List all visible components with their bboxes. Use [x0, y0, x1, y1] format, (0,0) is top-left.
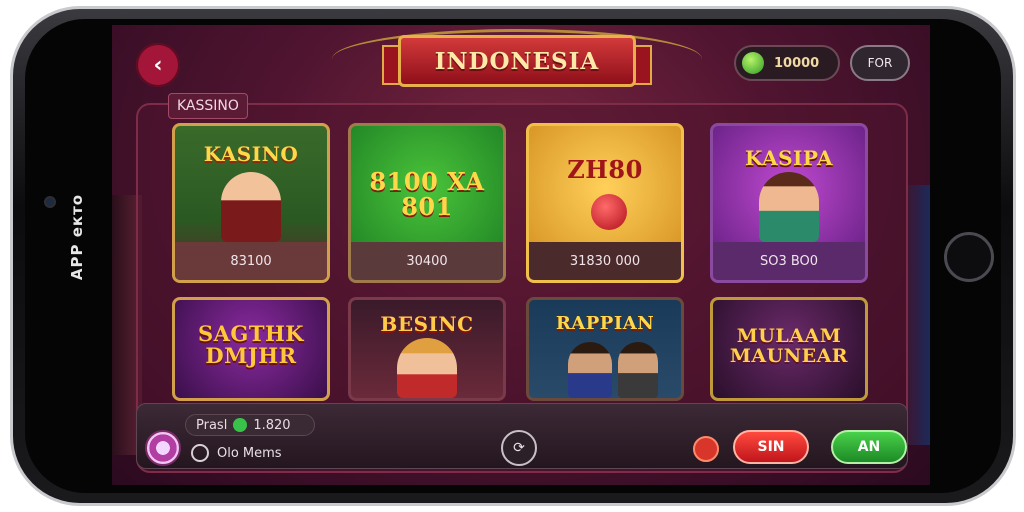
bottom-bar: Prasl 1.820 Olo Mems ⟳ SIN AN — [136, 403, 908, 469]
game-card-title: ZH80 — [567, 155, 643, 185]
game-card-title: SAGTHK DMJHR — [197, 320, 305, 368]
game-card-title: BESINC — [380, 311, 474, 336]
small-red-button[interactable] — [693, 436, 719, 462]
character-figure — [397, 338, 457, 398]
coin-icon — [742, 52, 764, 74]
character-figure — [567, 342, 612, 398]
mode-selector[interactable]: Olo Mems — [191, 444, 282, 462]
green-action-button[interactable]: AN — [831, 430, 907, 464]
back-button[interactable]: ‹ — [136, 43, 180, 87]
game-card-art: RAPPIAN — [529, 306, 681, 342]
home-button[interactable] — [944, 232, 994, 282]
coin-balance[interactable]: 10000 — [734, 45, 840, 81]
game-card-value: 30400 — [406, 253, 448, 269]
game-card-art: SAGTHK DMJHR — [175, 310, 327, 380]
ball-icon — [591, 194, 627, 230]
game-card-art: KASINO — [175, 134, 327, 174]
mode-label: Olo Mems — [217, 445, 282, 461]
chevron-left-icon: ‹ — [153, 52, 163, 78]
player-balance: Prasl 1.820 — [185, 414, 315, 436]
game-card[interactable]: RAPPIAN — [526, 297, 684, 401]
game-card-title: RAPPIAN — [555, 312, 655, 334]
game-card[interactable]: MULAAM MAUNEAR — [710, 297, 868, 401]
game-card-art: MULAAM MAUNEAR — [713, 312, 865, 382]
page-title: INDONESIA — [434, 47, 600, 75]
center-action-button[interactable]: ⟳ — [501, 430, 537, 466]
ring-icon — [191, 444, 209, 462]
game-card[interactable]: KASINO 83100 — [172, 123, 330, 283]
game-card-footer: 83100 — [175, 242, 327, 280]
game-card-art: 8100 XA 801 — [351, 154, 503, 234]
section-label: KASSINO — [168, 93, 248, 119]
game-card[interactable]: BESINC — [348, 297, 506, 401]
game-card-footer: 31830 000 — [529, 242, 681, 280]
game-card[interactable]: KASIPA SO3 BO0 — [710, 123, 868, 283]
game-card-title: 8100 XA 801 — [369, 166, 485, 221]
game-card-value: SO3 BO0 — [759, 253, 819, 269]
character-figure — [221, 172, 281, 242]
game-card[interactable]: SAGTHK DMJHR — [172, 297, 330, 401]
game-card-value: 83100 — [230, 253, 272, 269]
background-decor-right — [906, 185, 930, 445]
game-card[interactable]: ZH80 31830 000 — [526, 123, 684, 283]
header-right-button[interactable]: FOR — [850, 45, 910, 81]
banner-plaque: INDONESIA — [398, 35, 636, 87]
game-card-title: KASINO — [203, 141, 299, 166]
game-card-title: MULAAM MAUNEAR — [729, 325, 849, 367]
coin-balance-value: 10000 — [774, 55, 820, 71]
game-card-art: BESINC — [351, 306, 503, 342]
game-card-value: 31830 000 — [569, 253, 641, 269]
character-figure — [618, 342, 659, 398]
game-card-title: KASIPA — [745, 145, 833, 170]
game-card-art: ZH80 — [529, 150, 681, 190]
title-banner: INDONESIA — [332, 29, 702, 89]
player-label: Prasl — [196, 417, 228, 433]
player-value: 1.820 — [253, 417, 291, 433]
camera-icon — [44, 196, 56, 208]
red-action-button[interactable]: SIN — [733, 430, 809, 464]
chip-icon[interactable] — [145, 430, 181, 466]
game-screen: ‹ INDONESIA 10000 FOR KASSINO KASINO 831… — [112, 25, 930, 485]
game-card-footer: 30400 — [351, 242, 503, 280]
character-figure — [759, 172, 819, 242]
game-card[interactable]: 8100 XA 801 30400 — [348, 123, 506, 283]
refresh-icon: ⟳ — [513, 440, 525, 456]
device-side-label: APP екто — [68, 193, 87, 281]
game-card-footer: SO3 BO0 — [713, 242, 865, 280]
coin-icon — [233, 418, 248, 432]
